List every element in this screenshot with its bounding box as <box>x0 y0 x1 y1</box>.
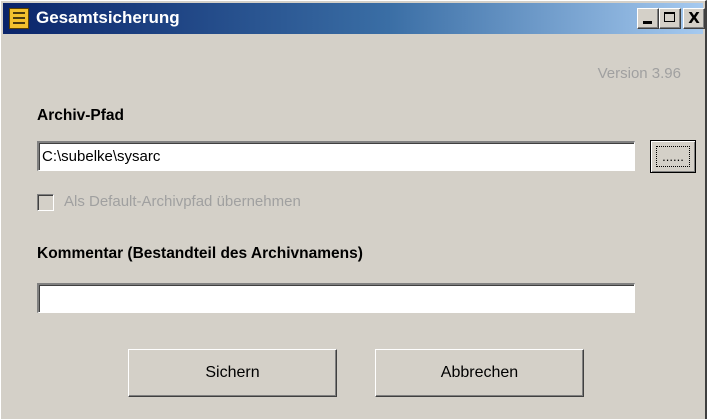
close-button[interactable]: X <box>683 8 705 29</box>
app-icon[interactable] <box>9 8 29 29</box>
title-bar[interactable]: Gesamtsicherung X <box>3 3 705 34</box>
browse-button-label: ...... <box>656 146 690 167</box>
default-path-checkbox-label: Als Default-Archivpfad übernehmen <box>64 193 301 210</box>
save-button[interactable]: Sichern <box>128 349 337 397</box>
archive-path-input[interactable] <box>37 141 635 171</box>
maximize-button[interactable] <box>659 8 681 29</box>
comment-label: Kommentar (Bestandteil des Archivnamens) <box>37 245 363 262</box>
cancel-button[interactable]: Abbrechen <box>375 349 584 397</box>
browse-button[interactable]: ...... <box>650 140 696 173</box>
window-title: Gesamtsicherung <box>36 8 180 27</box>
version-label: Version 3.96 <box>597 65 681 82</box>
archive-path-label: Archiv-Pfad <box>37 107 124 124</box>
minimize-button[interactable] <box>637 8 659 29</box>
default-path-checkbox[interactable] <box>37 194 54 211</box>
comment-input[interactable] <box>37 283 635 313</box>
dialog-window: Gesamtsicherung X Version 3.96 Archiv-Pf… <box>0 0 707 419</box>
